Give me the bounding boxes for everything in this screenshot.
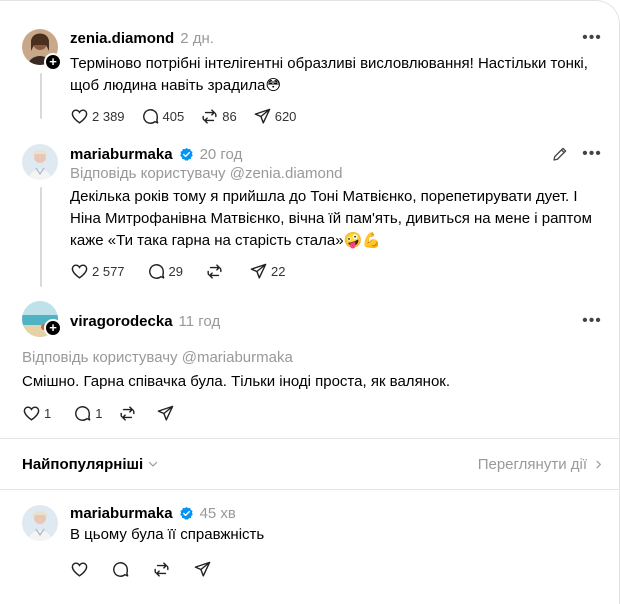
thread-line — [40, 73, 42, 119]
chevron-right-icon — [596, 460, 601, 468]
like-button[interactable]: 2 389 — [70, 107, 125, 126]
username[interactable]: mariaburmaka — [70, 505, 173, 522]
repost-icon — [202, 109, 217, 124]
post-header: mariaburmaka 20 год — [70, 144, 242, 164]
post-actions: 2 577 29 22 — [70, 262, 301, 281]
share-icon — [158, 405, 174, 421]
avatar-image — [22, 144, 58, 180]
chevron-down-icon — [149, 461, 158, 467]
username[interactable]: mariaburmaka — [70, 146, 173, 163]
repost-icon — [120, 406, 136, 421]
share-button[interactable]: 620 — [253, 107, 297, 126]
avatar[interactable] — [22, 505, 58, 541]
divider — [0, 438, 619, 439]
comment-button[interactable]: 29 — [147, 262, 183, 281]
heart-icon — [71, 109, 88, 124]
share-button[interactable] — [193, 560, 212, 579]
repost-icon — [207, 264, 222, 279]
timestamp[interactable]: 2 дн. — [180, 30, 214, 47]
comment-count: 29 — [168, 264, 184, 279]
repost-button[interactable]: 86 — [200, 107, 237, 126]
comment-count: 405 — [162, 109, 185, 124]
post-text: Смішно. Гарна співачка була. Тільки інод… — [22, 373, 451, 390]
avatar[interactable] — [22, 144, 58, 180]
comment-button[interactable] — [111, 560, 130, 579]
like-count: 2 389 — [92, 109, 125, 124]
more-icon[interactable]: ••• — [582, 29, 601, 47]
post-text: Декілька років тому я прийшла до Тоні Ма… — [70, 188, 592, 249]
repost-button[interactable] — [118, 404, 140, 423]
post-actions: 1 1 — [22, 404, 194, 423]
username[interactable]: zenia.diamond — [70, 30, 174, 47]
pencil-icon[interactable] — [551, 145, 569, 163]
avatar-image — [22, 505, 58, 541]
comment-icon — [75, 406, 91, 421]
like-button[interactable]: 1 — [22, 404, 51, 423]
comment-button[interactable]: 405 — [141, 107, 185, 126]
share-count: 620 — [274, 109, 297, 124]
sort-bar: Найпопулярніші Переглянути дії — [22, 452, 604, 476]
timestamp[interactable]: 45 хв — [200, 505, 236, 522]
thread-panel: + zenia.diamond 2 дн. ••• Терміново потр… — [0, 0, 620, 604]
repost-button[interactable] — [152, 560, 171, 579]
verified-badge-icon — [179, 147, 193, 161]
share-count: 22 — [271, 264, 286, 279]
post-actions — [70, 560, 228, 579]
sort-dropdown[interactable]: Найпопулярніші — [22, 456, 159, 473]
more-icon[interactable]: ••• — [582, 145, 601, 163]
repost-count: 86 — [222, 109, 237, 124]
post-text: В цьому була її справжність — [70, 526, 265, 543]
heart-icon — [71, 264, 88, 279]
comment-icon — [142, 109, 158, 124]
sort-label: Найпопулярніші — [22, 455, 144, 473]
post-header: zenia.diamond 2 дн. — [70, 28, 214, 48]
post-actions: 2 389 405 86 620 — [70, 107, 312, 126]
more-icon[interactable]: ••• — [582, 312, 601, 330]
comment-button[interactable]: 1 — [73, 404, 102, 423]
share-button[interactable]: 22 — [249, 262, 285, 281]
share-icon — [194, 561, 211, 577]
share-icon — [254, 108, 271, 124]
follow-plus-icon[interactable]: + — [44, 319, 62, 337]
heart-icon — [71, 562, 88, 577]
view-activity-link[interactable]: Переглянути дії — [478, 456, 604, 473]
share-icon — [250, 263, 267, 279]
view-activity-label: Переглянути дії — [477, 455, 587, 473]
verified-badge-icon — [179, 506, 193, 520]
like-button[interactable] — [70, 560, 89, 579]
thread-line — [40, 187, 42, 287]
timestamp[interactable]: 11 год — [179, 313, 221, 330]
repost-icon — [154, 562, 169, 577]
divider — [0, 489, 619, 490]
heart-icon — [23, 406, 40, 421]
comment-icon — [113, 562, 129, 577]
follow-plus-icon[interactable]: + — [44, 53, 62, 71]
reply-to-label[interactable]: Відповідь користувачу @mariaburmaka — [22, 349, 293, 366]
like-button[interactable]: 2 577 — [70, 262, 125, 281]
post-header: viragorodecka 11 год — [70, 311, 220, 331]
username[interactable]: viragorodecka — [70, 313, 173, 330]
timestamp[interactable]: 20 год — [200, 146, 243, 163]
post-header: mariaburmaka 45 хв — [70, 503, 236, 523]
comment-icon — [148, 264, 164, 279]
like-count: 1 — [44, 406, 52, 421]
like-count: 2 577 — [92, 264, 125, 279]
comment-count: 1 — [95, 406, 103, 421]
reply-to-label[interactable]: Відповідь користувачу @zenia.diamond — [70, 165, 343, 182]
repost-button[interactable] — [205, 262, 227, 281]
share-button[interactable] — [156, 404, 178, 423]
post-text: Терміново потрібні інтелігентні образлив… — [70, 55, 588, 94]
